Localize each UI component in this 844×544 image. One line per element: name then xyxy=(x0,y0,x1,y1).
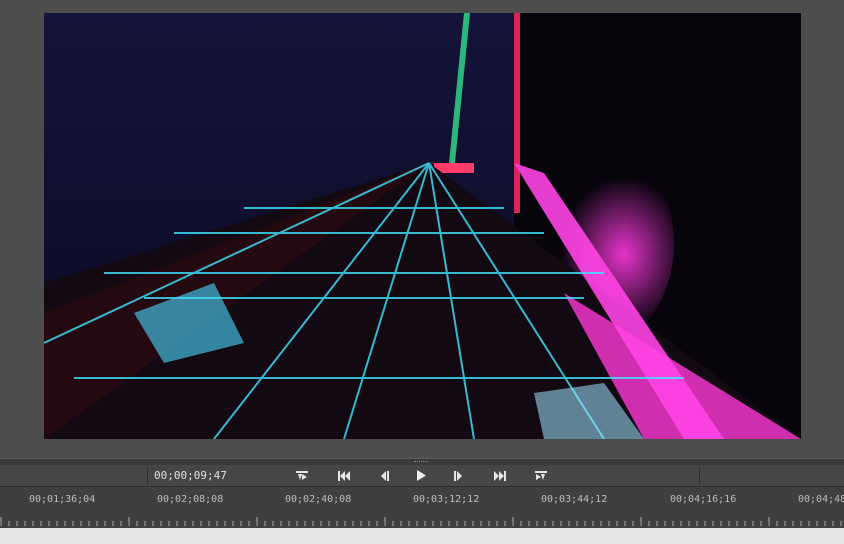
next-edit-icon xyxy=(493,470,507,482)
ruler-label: 00;02;40;08 xyxy=(285,494,352,505)
go-to-out-point-button[interactable] xyxy=(530,467,552,484)
ruler-ticks xyxy=(0,517,842,526)
ruler-label: 00;04;16;16 xyxy=(670,494,737,505)
transport-bar: 00;00;09;47 xyxy=(0,465,844,487)
step-back-icon xyxy=(378,470,390,482)
current-timecode[interactable]: 00;00;09;47 xyxy=(154,469,227,482)
ruler-label: 00;02;08;08 xyxy=(157,494,224,505)
next-edit-button[interactable] xyxy=(489,467,511,484)
step-forward-icon xyxy=(453,470,465,482)
play-icon xyxy=(415,469,427,482)
splitter-grip[interactable] xyxy=(414,461,428,464)
previous-edit-button[interactable] xyxy=(333,467,355,484)
timeline-ruler[interactable]: 00;01;36;04 00;02;08;08 00;02;40;08 00;0… xyxy=(0,487,844,528)
ruler-label: 00;04;48; xyxy=(798,494,844,505)
timeline-track-area[interactable] xyxy=(0,528,844,544)
step-forward-button[interactable] xyxy=(448,467,470,484)
go-to-out-icon xyxy=(534,470,548,482)
go-to-in-icon xyxy=(295,470,309,482)
step-back-button[interactable] xyxy=(373,467,395,484)
ruler-label: 00;03;12;12 xyxy=(413,494,480,505)
ruler-label: 00;01;36;04 xyxy=(29,494,96,505)
previous-edit-icon xyxy=(337,470,351,482)
play-button[interactable] xyxy=(410,467,432,484)
ruler-label: 00;03;44;12 xyxy=(541,494,608,505)
program-monitor xyxy=(0,0,844,458)
video-frame xyxy=(44,13,801,439)
video-still xyxy=(44,13,801,439)
go-to-in-point-button[interactable] xyxy=(291,467,313,484)
